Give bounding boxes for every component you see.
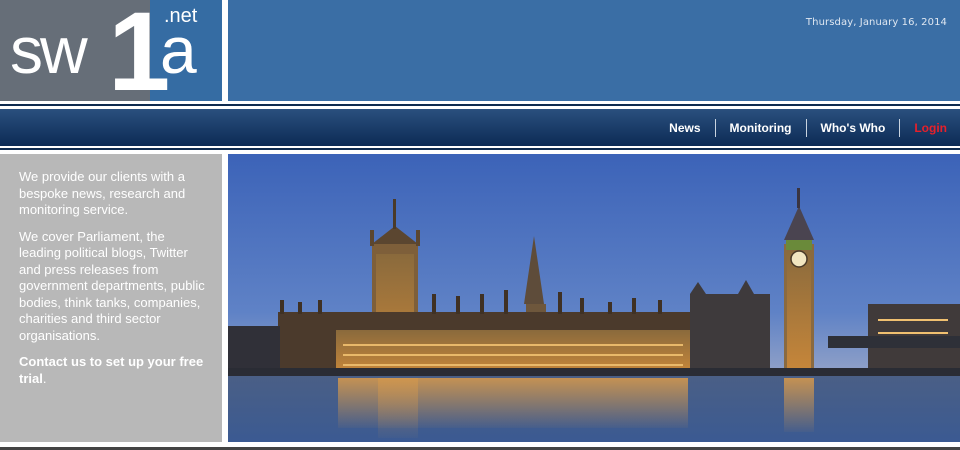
main-navigation: News Monitoring Who's Who Login [0, 109, 960, 148]
nav-login[interactable]: Login [900, 121, 960, 135]
intro-paragraph-coverage: We cover Parliament, the leading politic… [19, 228, 205, 343]
nav-monitoring[interactable]: Monitoring [716, 121, 806, 135]
nav-divider-top [0, 104, 960, 106]
current-date: Thursday, January 16, 2014 [805, 17, 947, 28]
logo-text-net: .net [164, 5, 198, 27]
site-logo[interactable]: sw 1 a .net [0, 0, 222, 101]
header-banner: Thursday, January 16, 2014 [228, 0, 960, 101]
nav-whos-who[interactable]: Who's Who [807, 121, 900, 135]
nav-news[interactable]: News [655, 121, 714, 135]
intro-paragraph-service: We provide our clients with a bespoke ne… [19, 169, 186, 217]
cta-link[interactable]: Contact us to set up your free trial [19, 354, 203, 386]
intro-call-to-action: Contact us to set up your free trial. [19, 354, 210, 387]
logo-text-sw: sw [10, 13, 88, 87]
nav-divider-bottom [0, 148, 960, 150]
cta-period: . [42, 370, 47, 386]
intro-panel: We provide our clients with a bespoke ne… [0, 154, 222, 442]
hero-image-parliament [228, 154, 960, 442]
